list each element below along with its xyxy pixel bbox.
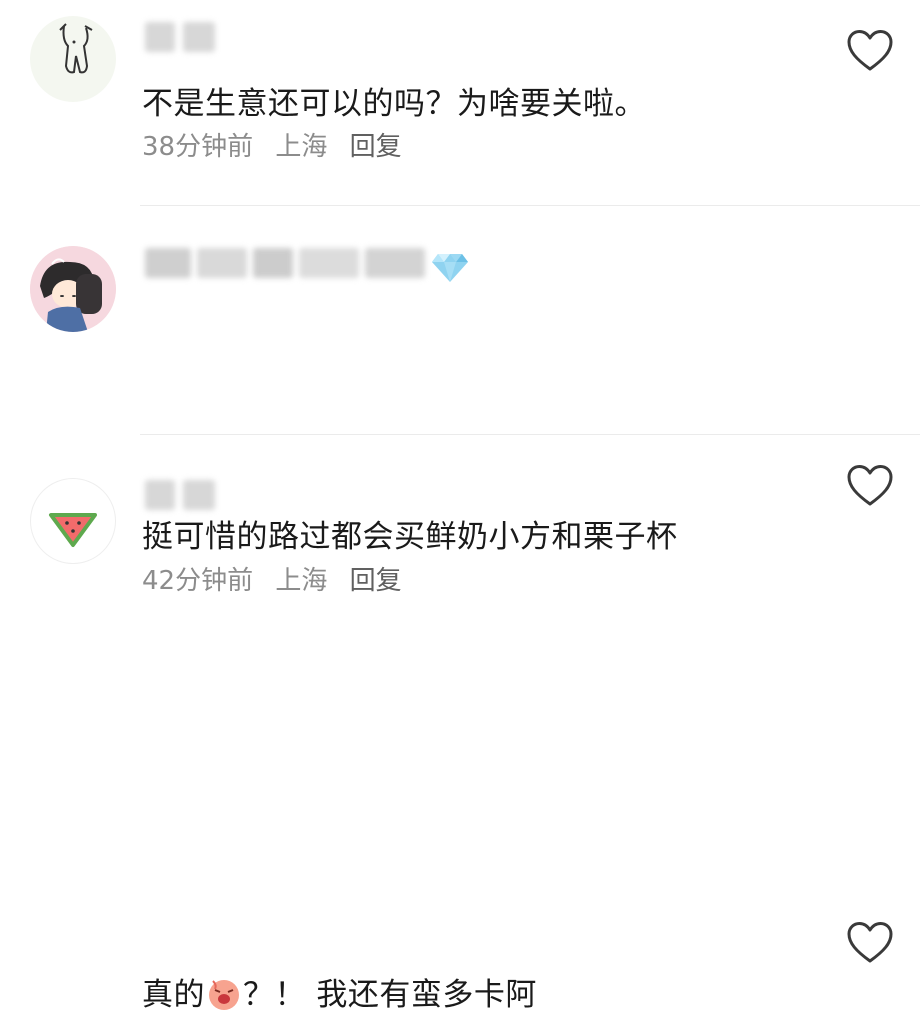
reply-button[interactable]: 回复 bbox=[350, 132, 402, 162]
crying-face-emoji bbox=[209, 980, 239, 1010]
comment-item[interactable]: 真的 ？！ 我还有蛮多卡阿 bbox=[0, 435, 920, 1013]
comment-text-before: 真的 bbox=[142, 977, 205, 1013]
username-blurred[interactable] bbox=[145, 480, 215, 510]
username-blurred[interactable] bbox=[145, 22, 217, 52]
username-blurred[interactable] bbox=[145, 248, 427, 278]
watermelon-icon bbox=[49, 513, 97, 547]
user-avatar[interactable] bbox=[30, 246, 116, 332]
bunny-sticker-icon bbox=[59, 23, 93, 74]
comment-text: 不是生意还可以的吗？为啥要关啦。 bbox=[142, 86, 646, 122]
user-avatar[interactable] bbox=[30, 16, 116, 102]
comment-text-after: ？！ 我还有蛮多卡阿 bbox=[243, 977, 537, 1013]
anime-couple-avatar-icon bbox=[30, 246, 116, 332]
comment-text: 真的 ？！ 我还有蛮多卡阿 bbox=[142, 969, 537, 1014]
heart-outline-icon[interactable] bbox=[846, 29, 894, 73]
diamond-icon bbox=[432, 254, 468, 282]
comment-location: 上海 bbox=[275, 132, 328, 162]
comment-meta: 38分钟前 上海 回复 bbox=[142, 126, 416, 163]
heart-outline-icon[interactable] bbox=[846, 921, 894, 965]
comment-time: 38分钟前 bbox=[142, 132, 254, 162]
comment-item[interactable]: 挺可惜的路过都会买鲜奶小方和栗子杯 42分钟前 上海 回复 bbox=[0, 206, 920, 596]
comment-item[interactable]: 不是生意还可以的吗？为啥要关啦。 38分钟前 上海 回复 bbox=[0, 0, 920, 205]
user-avatar[interactable] bbox=[30, 478, 116, 564]
